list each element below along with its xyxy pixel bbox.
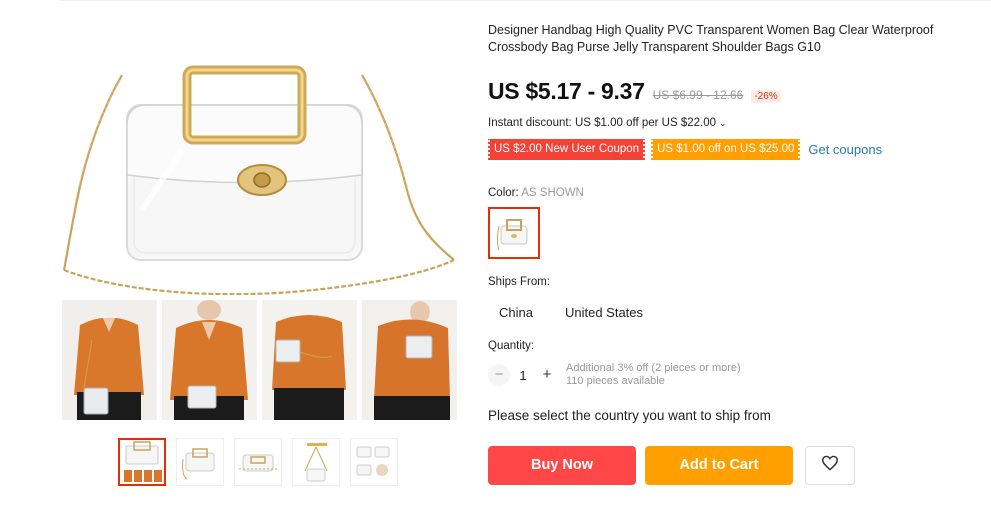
coupon-row: US $2.00 New User Coupon US $1.00 off on… xyxy=(488,139,882,160)
ships-from-options: China United States xyxy=(488,303,654,323)
current-price: US $5.17 - 9.37 xyxy=(488,78,645,104)
model-photo xyxy=(162,300,257,420)
color-value: AS SHOWN xyxy=(521,187,584,199)
buy-now-button[interactable]: Buy Now xyxy=(488,446,636,485)
color-label-text: Color: xyxy=(488,187,519,199)
thumbnail-image[interactable] xyxy=(292,438,340,486)
get-coupons-link[interactable]: Get coupons xyxy=(808,142,882,157)
quantity-note: Additional 3% off (2 pieces or more) 110… xyxy=(566,362,741,388)
quantity-label: Quantity: xyxy=(488,340,535,352)
thumbnail-image[interactable] xyxy=(350,438,398,486)
product-title: Designer Handbag High Quality PVC Transp… xyxy=(488,23,934,54)
quantity-decrease-button[interactable]: − xyxy=(488,364,510,386)
thumbnail-image[interactable] xyxy=(118,438,166,486)
model-photo xyxy=(362,300,457,420)
chevron-down-icon: ⌄ xyxy=(719,118,727,128)
color-label: Color: AS SHOWN xyxy=(488,187,584,199)
bulk-discount-note: Additional 3% off (2 pieces or more) xyxy=(566,362,741,374)
original-price: US $6.99 - 12.66 xyxy=(652,88,744,102)
model-photo xyxy=(262,300,357,420)
main-product-image xyxy=(62,30,457,296)
add-to-cart-button[interactable]: Add to Cart xyxy=(645,446,793,485)
ship-option-united-states[interactable]: United States xyxy=(554,303,654,323)
instant-discount[interactable]: Instant discount: US $1.00 off per US $2… xyxy=(488,117,727,129)
quantity-stepper: − 1 + Additional 3% off (2 pieces or mor… xyxy=(488,362,741,388)
quantity-value[interactable]: 1 xyxy=(510,368,536,383)
store-coupon[interactable]: US $1.00 off on US $25.00 xyxy=(651,139,801,160)
ship-country-message: Please select the country you want to sh… xyxy=(488,408,771,423)
new-user-coupon[interactable]: US $2.00 New User Coupon xyxy=(488,139,646,160)
model-photo xyxy=(62,300,157,420)
thumbnail-image[interactable] xyxy=(234,438,282,486)
ship-option-china[interactable]: China xyxy=(488,303,544,323)
model-photos xyxy=(62,300,457,420)
thumbnail-strip xyxy=(118,438,398,488)
discount-badge: -26% xyxy=(751,90,781,103)
color-swatch[interactable] xyxy=(488,207,540,259)
price-row: US $5.17 - 9.37 US $6.99 - 12.66 -26% xyxy=(488,78,781,105)
quantity-increase-button[interactable]: + xyxy=(536,364,558,386)
thumbnail-image[interactable] xyxy=(176,438,224,486)
top-divider xyxy=(60,0,991,1)
action-buttons: Buy Now Add to Cart xyxy=(488,446,855,485)
wishlist-button[interactable] xyxy=(805,446,855,485)
stock-available: 110 pieces available xyxy=(566,375,665,387)
ships-from-label: Ships From: xyxy=(488,276,550,288)
heart-icon xyxy=(821,455,839,476)
instant-discount-text: Instant discount: US $1.00 off per US $2… xyxy=(488,117,717,129)
